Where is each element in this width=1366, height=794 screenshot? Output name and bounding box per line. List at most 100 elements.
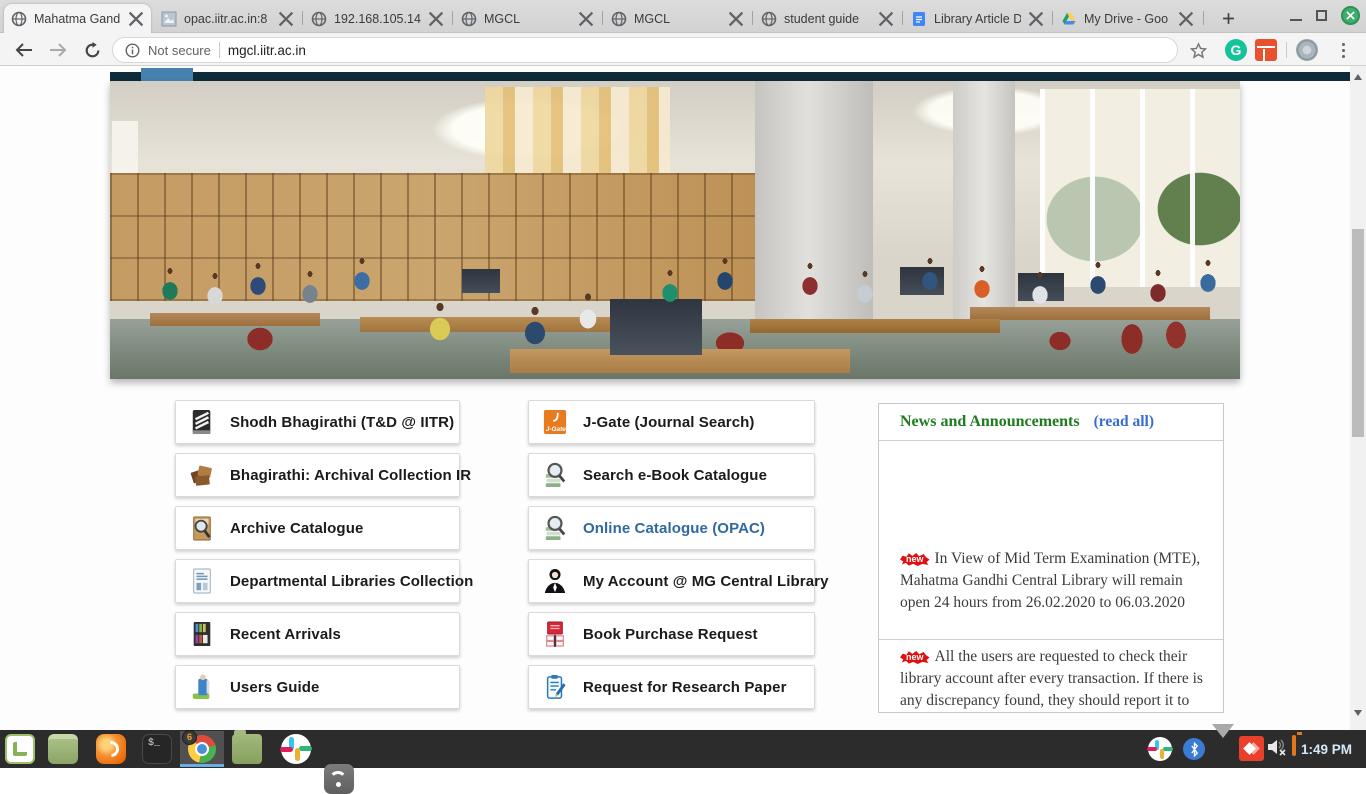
close-tab-icon[interactable]	[878, 11, 894, 27]
guide-kiosk-icon	[188, 671, 216, 703]
button-request-research-paper[interactable]: Request for Research Paper	[528, 665, 815, 709]
tab-mgcl-3[interactable]: MGCL	[604, 4, 751, 33]
scroll-down-arrow-icon[interactable]	[1354, 710, 1362, 716]
news-item-text: In View of Mid Term Examination (MTE), M…	[900, 550, 1200, 611]
tab-title: Mahatma Gand	[34, 12, 121, 26]
taskbar: $_ 6	[0, 730, 1366, 768]
button-online-catalogue-opac[interactable]: Online Catalogue (OPAC)	[528, 506, 815, 550]
bluetooth-icon	[1190, 742, 1199, 757]
folder-icon	[234, 730, 246, 735]
volume-tray-icon[interactable]	[1267, 738, 1289, 760]
tab-title: MGCL	[484, 12, 571, 26]
person-icon	[541, 565, 569, 597]
close-tab-icon[interactable]	[278, 11, 294, 27]
network-settings-launcher[interactable]	[324, 764, 354, 794]
button-search-ebook[interactable]: Search e-Book Catalogue	[528, 453, 815, 497]
close-tab-icon[interactable]	[728, 11, 744, 27]
profile-avatar[interactable]	[1296, 39, 1318, 61]
tab-title: 192.168.105.14	[334, 12, 421, 26]
library-photo	[110, 81, 1240, 379]
button-archive-catalogue[interactable]: Archive Catalogue	[175, 506, 460, 550]
button-label: Online Catalogue (OPAC)	[583, 520, 765, 537]
button-label: J-Gate (Journal Search)	[583, 414, 755, 431]
taskbar-clock[interactable]: 1:49 PM	[1301, 730, 1352, 768]
close-tab-icon[interactable]	[128, 11, 144, 27]
close-tab-icon[interactable]	[1028, 11, 1044, 27]
news-panel: News and Announcements (read all) newIn …	[878, 403, 1224, 713]
network-tray-icon[interactable]	[1212, 738, 1234, 760]
google-drive-favicon-icon	[1061, 11, 1077, 27]
minimize-button-icon[interactable]	[1290, 19, 1302, 21]
security-label: Not secure	[148, 43, 211, 58]
button-shodh-bhagirathi[interactable]: Shodh Bhagirathi (T&D @ IITR)	[175, 400, 460, 444]
book-search-icon	[541, 459, 569, 491]
back-arrow-icon	[15, 43, 33, 57]
show-desktop-button[interactable]	[48, 734, 78, 764]
bluetooth-tray-icon[interactable]	[1183, 738, 1205, 760]
button-bhagirathi-archival[interactable]: Bhagirathi: Archival Collection IR	[175, 453, 460, 497]
button-recent-arrivals[interactable]: Recent Arrivals	[175, 612, 460, 656]
battery-icon	[1292, 735, 1296, 756]
tab-separator	[302, 11, 303, 25]
mint-menu-button[interactable]	[5, 734, 35, 764]
anydesk-tray-icon[interactable]	[1239, 736, 1264, 761]
info-icon[interactable]	[125, 43, 140, 58]
bookmark-button[interactable]	[1186, 38, 1210, 62]
button-jgate[interactable]: J-Gate J-Gate (Journal Search)	[528, 400, 815, 444]
button-users-guide[interactable]: Users Guide	[175, 665, 460, 709]
news-title: News and Announcements	[900, 413, 1080, 431]
archive-search-icon	[188, 512, 216, 544]
new-tab-button[interactable]	[1215, 8, 1241, 28]
page-scrollbar[interactable]	[1350, 66, 1366, 730]
reload-button[interactable]	[80, 38, 104, 62]
terminal-launcher[interactable]: $_	[142, 734, 172, 764]
extension-icon[interactable]	[1255, 39, 1277, 61]
back-button[interactable]	[12, 38, 36, 62]
tab-ip-address[interactable]: 192.168.105.14	[304, 4, 451, 33]
window-controls	[1290, 6, 1360, 25]
mint-logo-icon	[13, 742, 27, 756]
tab-library-article[interactable]: Library Article D	[904, 4, 1051, 33]
browser-menu-button[interactable]	[1332, 39, 1354, 61]
thesis-book-icon	[188, 406, 216, 438]
nav-active-item[interactable]	[141, 68, 193, 81]
jgate-logo-icon: J-Gate	[541, 406, 569, 438]
tab-title: My Drive - Goo	[1084, 12, 1171, 26]
book-search-icon	[541, 512, 569, 544]
grammarly-extension-icon[interactable]: G	[1225, 39, 1247, 61]
restore-button-icon[interactable]	[1316, 10, 1327, 21]
close-tab-icon[interactable]	[1178, 11, 1194, 27]
firefox-launcher[interactable]	[96, 734, 126, 764]
tab-my-drive[interactable]: My Drive - Goo	[1054, 4, 1201, 33]
file-manager-launcher[interactable]	[232, 734, 262, 764]
slack-launcher[interactable]	[281, 734, 311, 764]
button-label: Departmental Libraries Collection	[230, 573, 473, 590]
tab-opac[interactable]: opac.iitr.ac.in:8	[154, 4, 301, 33]
slack-tray-icon[interactable]	[1148, 737, 1172, 761]
news-item: newAll the users are requested to check …	[879, 640, 1223, 713]
globe-favicon-icon	[11, 11, 27, 27]
tab-mgcl-home[interactable]: Mahatma Gand	[4, 4, 151, 33]
chrome-window-count-badge: 6	[182, 730, 197, 745]
chrome-taskbar-button-active[interactable]: 6	[180, 731, 224, 767]
plus-icon	[1222, 12, 1235, 25]
read-all-link[interactable]: (read all)	[1094, 413, 1154, 431]
button-label: Bhagirathi: Archival Collection IR	[230, 467, 471, 484]
browser-window: Mahatma Gand opac.iitr.ac.in:8 192.168.1…	[0, 0, 1366, 768]
scroll-up-arrow-icon[interactable]	[1354, 74, 1362, 80]
button-departmental-libraries[interactable]: Departmental Libraries Collection	[175, 559, 460, 603]
address-bar[interactable]: Not secure mgcl.iitr.ac.in	[112, 37, 1178, 63]
scrollbar-thumb[interactable]	[1352, 229, 1364, 437]
close-tab-icon[interactable]	[578, 11, 594, 27]
forward-button[interactable]	[46, 38, 70, 62]
close-window-button[interactable]	[1341, 6, 1360, 25]
button-book-purchase[interactable]: Book Purchase Request	[528, 612, 815, 656]
tab-student-guide[interactable]: student guide	[754, 4, 901, 33]
document-icon	[188, 565, 216, 597]
tab-title: student guide	[784, 12, 871, 26]
news-item: newIn View of Mid Term Examination (MTE)…	[879, 542, 1223, 622]
close-tab-icon[interactable]	[428, 11, 444, 27]
button-my-account[interactable]: My Account @ MG Central Library	[528, 559, 815, 603]
globe-favicon-icon	[461, 11, 477, 27]
tab-mgcl-2[interactable]: MGCL	[454, 4, 601, 33]
